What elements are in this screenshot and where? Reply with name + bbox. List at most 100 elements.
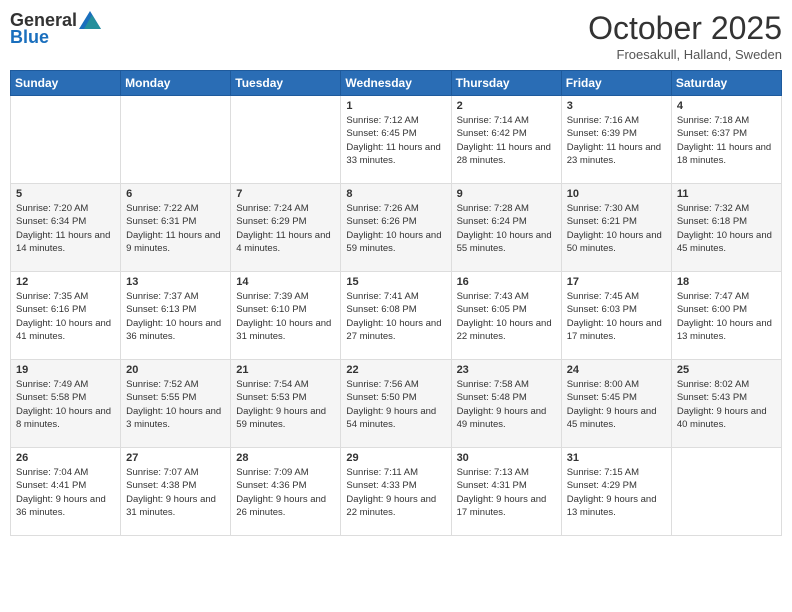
day-info: Sunrise: 7:13 AM Sunset: 4:31 PM Dayligh… <box>457 466 556 519</box>
col-sunday: Sunday <box>11 71 121 96</box>
day-info: Sunrise: 7:43 AM Sunset: 6:05 PM Dayligh… <box>457 290 556 343</box>
day-info: Sunrise: 7:41 AM Sunset: 6:08 PM Dayligh… <box>346 290 445 343</box>
day-number: 29 <box>346 452 445 464</box>
day-info: Sunrise: 7:16 AM Sunset: 6:39 PM Dayligh… <box>567 114 666 167</box>
day-number: 5 <box>16 188 115 200</box>
calendar-cell: 11Sunrise: 7:32 AM Sunset: 6:18 PM Dayli… <box>671 184 781 272</box>
day-number: 23 <box>457 364 556 376</box>
calendar-cell: 7 Sunrise: 7:24 AM Sunset: 6:29 PM Daylig… <box>231 184 341 272</box>
day-number: 27 <box>126 452 225 464</box>
day-number: 10 <box>567 188 666 200</box>
day-number: 18 <box>677 276 776 288</box>
day-number: 12 <box>16 276 115 288</box>
day-info: Sunrise: 7:09 AM Sunset: 4:36 PM Dayligh… <box>236 466 335 519</box>
col-friday: Friday <box>561 71 671 96</box>
calendar-cell: 22Sunrise: 7:56 AM Sunset: 5:50 PM Dayli… <box>341 360 451 448</box>
calendar-cell: 28 Sunrise: 7:09 AM Sunset: 4:36 PM Dayli… <box>231 448 341 536</box>
day-info: Sunrise: 7:52 AM Sunset: 5:55 PM Dayligh… <box>126 378 225 431</box>
day-number: 14 <box>236 276 335 288</box>
calendar-week-4: 19 Sunrise: 7:49 AM Sunset: 5:58 PM Dayli… <box>11 360 782 448</box>
day-number: 21 <box>236 364 335 376</box>
calendar-cell: 12 Sunrise: 7:35 AM Sunset: 6:16 PM Dayli… <box>11 272 121 360</box>
calendar-week-2: 5 Sunrise: 7:20 AM Sunset: 6:34 PM Daylig… <box>11 184 782 272</box>
day-info: Sunrise: 7:54 AM Sunset: 5:53 PM Dayligh… <box>236 378 335 431</box>
day-number: 19 <box>16 364 115 376</box>
day-number: 7 <box>236 188 335 200</box>
day-info: Sunrise: 7:28 AM Sunset: 6:24 PM Dayligh… <box>457 202 556 255</box>
day-info: Sunrise: 7:30 AM Sunset: 6:21 PM Dayligh… <box>567 202 666 255</box>
calendar-cell: 6 Sunrise: 7:22 AM Sunset: 6:31 PM Daylig… <box>121 184 231 272</box>
calendar-cell: 27 Sunrise: 7:07 AM Sunset: 4:38 PM Dayli… <box>121 448 231 536</box>
day-number: 20 <box>126 364 225 376</box>
calendar-cell: 10 Sunrise: 7:30 AM Sunset: 6:21 PM Dayli… <box>561 184 671 272</box>
calendar-cell: 4 Sunrise: 7:18 AM Sunset: 6:37 PM Daylig… <box>671 96 781 184</box>
month-title: October 2025 <box>588 10 782 47</box>
calendar-cell <box>231 96 341 184</box>
col-thursday: Thursday <box>451 71 561 96</box>
day-number: 2 <box>457 100 556 112</box>
day-info: Sunrise: 7:49 AM Sunset: 5:58 PM Dayligh… <box>16 378 115 431</box>
calendar-week-3: 12 Sunrise: 7:35 AM Sunset: 6:16 PM Dayli… <box>11 272 782 360</box>
day-info: Sunrise: 7:47 AM Sunset: 6:00 PM Dayligh… <box>677 290 776 343</box>
day-number: 26 <box>16 452 115 464</box>
calendar-cell: 30 Sunrise: 7:13 AM Sunset: 4:31 PM Dayli… <box>451 448 561 536</box>
calendar-cell: 2 Sunrise: 7:14 AM Sunset: 6:42 PM Daylig… <box>451 96 561 184</box>
calendar-cell <box>671 448 781 536</box>
calendar-cell: 13 Sunrise: 7:37 AM Sunset: 6:13 PM Dayli… <box>121 272 231 360</box>
calendar-cell: 23 Sunrise: 7:58 AM Sunset: 5:48 PM Dayli… <box>451 360 561 448</box>
calendar-week-5: 26 Sunrise: 7:04 AM Sunset: 4:41 PM Dayli… <box>11 448 782 536</box>
logo-icon <box>79 11 101 29</box>
calendar-cell: 1Sunrise: 7:12 AM Sunset: 6:45 PM Daylig… <box>341 96 451 184</box>
day-info: Sunrise: 7:26 AM Sunset: 6:26 PM Dayligh… <box>346 202 445 255</box>
calendar-week-1: 1Sunrise: 7:12 AM Sunset: 6:45 PM Daylig… <box>11 96 782 184</box>
calendar-cell: 19 Sunrise: 7:49 AM Sunset: 5:58 PM Dayli… <box>11 360 121 448</box>
col-tuesday: Tuesday <box>231 71 341 96</box>
day-info: Sunrise: 7:37 AM Sunset: 6:13 PM Dayligh… <box>126 290 225 343</box>
day-number: 6 <box>126 188 225 200</box>
calendar-cell: 18 Sunrise: 7:47 AM Sunset: 6:00 PM Dayli… <box>671 272 781 360</box>
day-info: Sunrise: 7:45 AM Sunset: 6:03 PM Dayligh… <box>567 290 666 343</box>
header-row: Sunday Monday Tuesday Wednesday Thursday… <box>11 71 782 96</box>
calendar-cell: 17 Sunrise: 7:45 AM Sunset: 6:03 PM Dayli… <box>561 272 671 360</box>
day-number: 17 <box>567 276 666 288</box>
day-number: 24 <box>567 364 666 376</box>
calendar-cell: 14 Sunrise: 7:39 AM Sunset: 6:10 PM Dayli… <box>231 272 341 360</box>
day-number: 28 <box>236 452 335 464</box>
day-number: 13 <box>126 276 225 288</box>
logo: General Blue <box>10 10 101 48</box>
calendar-cell: 15Sunrise: 7:41 AM Sunset: 6:08 PM Dayli… <box>341 272 451 360</box>
day-number: 30 <box>457 452 556 464</box>
calendar-cell: 3 Sunrise: 7:16 AM Sunset: 6:39 PM Daylig… <box>561 96 671 184</box>
day-info: Sunrise: 7:14 AM Sunset: 6:42 PM Dayligh… <box>457 114 556 167</box>
calendar-cell: 21 Sunrise: 7:54 AM Sunset: 5:53 PM Dayli… <box>231 360 341 448</box>
day-number: 25 <box>677 364 776 376</box>
day-info: Sunrise: 7:39 AM Sunset: 6:10 PM Dayligh… <box>236 290 335 343</box>
title-section: October 2025 Froesakull, Halland, Sweden <box>588 10 782 62</box>
day-info: Sunrise: 7:04 AM Sunset: 4:41 PM Dayligh… <box>16 466 115 519</box>
day-info: Sunrise: 7:07 AM Sunset: 4:38 PM Dayligh… <box>126 466 225 519</box>
day-info: Sunrise: 7:20 AM Sunset: 6:34 PM Dayligh… <box>16 202 115 255</box>
day-info: Sunrise: 7:24 AM Sunset: 6:29 PM Dayligh… <box>236 202 335 255</box>
calendar-cell: 16 Sunrise: 7:43 AM Sunset: 6:05 PM Dayli… <box>451 272 561 360</box>
col-monday: Monday <box>121 71 231 96</box>
day-info: Sunrise: 7:56 AM Sunset: 5:50 PM Dayligh… <box>346 378 445 431</box>
day-info: Sunrise: 7:35 AM Sunset: 6:16 PM Dayligh… <box>16 290 115 343</box>
calendar-cell: 24 Sunrise: 8:00 AM Sunset: 5:45 PM Dayli… <box>561 360 671 448</box>
day-number: 16 <box>457 276 556 288</box>
calendar-cell <box>121 96 231 184</box>
page: General Blue October 2025 Froesakull, Ha… <box>0 0 792 612</box>
day-info: Sunrise: 8:00 AM Sunset: 5:45 PM Dayligh… <box>567 378 666 431</box>
day-info: Sunrise: 8:02 AM Sunset: 5:43 PM Dayligh… <box>677 378 776 431</box>
calendar-cell: 20 Sunrise: 7:52 AM Sunset: 5:55 PM Dayli… <box>121 360 231 448</box>
header: General Blue October 2025 Froesakull, Ha… <box>10 10 782 62</box>
day-info: Sunrise: 7:58 AM Sunset: 5:48 PM Dayligh… <box>457 378 556 431</box>
day-number: 3 <box>567 100 666 112</box>
day-info: Sunrise: 7:22 AM Sunset: 6:31 PM Dayligh… <box>126 202 225 255</box>
day-info: Sunrise: 7:15 AM Sunset: 4:29 PM Dayligh… <box>567 466 666 519</box>
calendar-cell: 31Sunrise: 7:15 AM Sunset: 4:29 PM Dayli… <box>561 448 671 536</box>
day-number: 8 <box>346 188 445 200</box>
day-number: 4 <box>677 100 776 112</box>
calendar-cell: 29Sunrise: 7:11 AM Sunset: 4:33 PM Dayli… <box>341 448 451 536</box>
day-info: Sunrise: 7:18 AM Sunset: 6:37 PM Dayligh… <box>677 114 776 167</box>
day-number: 11 <box>677 188 776 200</box>
